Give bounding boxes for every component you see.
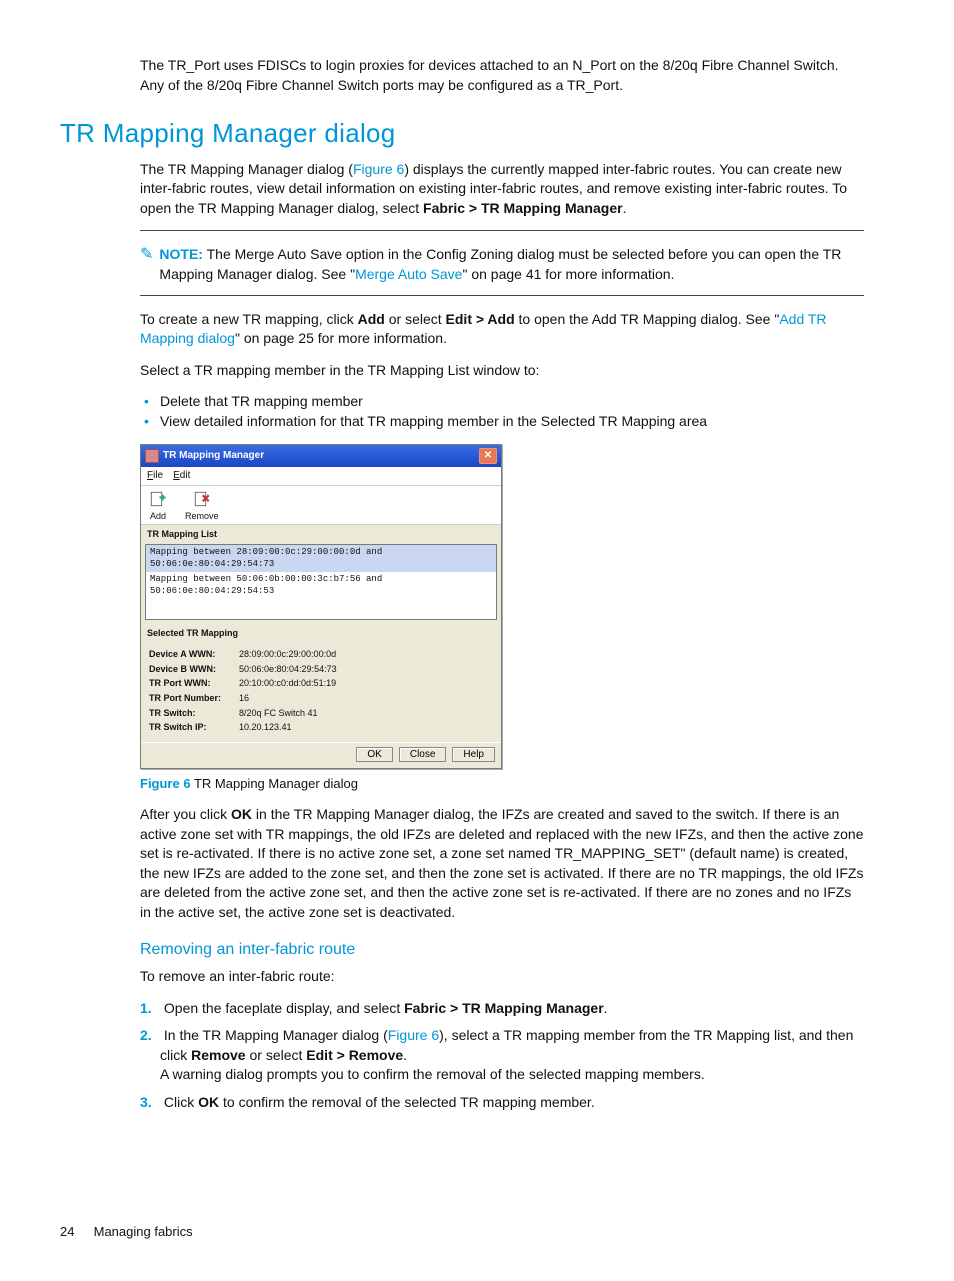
detail-key: TR Switch: bbox=[149, 707, 239, 720]
list-item: Delete that TR mapping member bbox=[160, 392, 864, 412]
detail-value: 10.20.123.41 bbox=[239, 721, 292, 734]
page-number: 24 bbox=[60, 1223, 90, 1241]
add-button[interactable]: Add bbox=[149, 490, 167, 523]
page-footer: 24 Managing fabrics bbox=[60, 1223, 864, 1241]
body-paragraph: After you click OK in the TR Mapping Man… bbox=[140, 805, 864, 923]
ordered-steps: Open the faceplate display, and select F… bbox=[140, 999, 864, 1113]
figure-6-link[interactable]: Figure 6 bbox=[388, 1027, 439, 1043]
section-heading: TR Mapping Manager dialog bbox=[60, 115, 864, 151]
list-item[interactable]: Mapping between 28:09:00:0c:29:00:00:0d … bbox=[146, 545, 496, 572]
menu-bar: File Edit bbox=[141, 467, 501, 486]
detail-row: TR Port Number:16 bbox=[149, 692, 493, 705]
close-button[interactable]: Close bbox=[399, 747, 447, 762]
detail-key: Device A WWN: bbox=[149, 648, 239, 661]
ok-button[interactable]: OK bbox=[356, 747, 392, 762]
help-button[interactable]: Help bbox=[452, 747, 495, 762]
body-paragraph: The TR Mapping Manager dialog (Figure 6)… bbox=[140, 160, 864, 219]
body-paragraph: Select a TR mapping member in the TR Map… bbox=[140, 361, 864, 381]
divider bbox=[140, 230, 864, 231]
dialog-titlebar[interactable]: TR Mapping Manager ✕ bbox=[141, 445, 501, 467]
menu-file[interactable]: File bbox=[147, 469, 163, 483]
detail-value: 8/20q FC Switch 41 bbox=[239, 707, 318, 720]
figure-6-link[interactable]: Figure 6 bbox=[353, 161, 404, 177]
menu-edit[interactable]: Edit bbox=[173, 469, 190, 483]
close-icon[interactable]: ✕ bbox=[479, 448, 497, 464]
remove-icon bbox=[193, 490, 211, 508]
detail-value: 50:06:0e:80:04:29:54:73 bbox=[239, 663, 337, 676]
detail-key: Device B WWN: bbox=[149, 663, 239, 676]
intro-paragraph: The TR_Port uses FDISCs to login proxies… bbox=[140, 56, 864, 95]
detail-row: Device B WWN:50:06:0e:80:04:29:54:73 bbox=[149, 663, 493, 676]
selected-label: Selected TR Mapping bbox=[141, 624, 501, 643]
note-icon: ✎ bbox=[140, 245, 153, 264]
list-item[interactable]: Mapping between 50:06:0b:00:00:3c:b7:56 … bbox=[146, 572, 496, 599]
add-icon bbox=[149, 490, 167, 508]
tr-mapping-manager-dialog: TR Mapping Manager ✕ File Edit Add Remov… bbox=[140, 444, 502, 769]
list-item: In the TR Mapping Manager dialog (Figure… bbox=[160, 1026, 864, 1085]
detail-key: TR Port WWN: bbox=[149, 677, 239, 690]
mapping-list[interactable]: Mapping between 28:09:00:0c:29:00:00:0d … bbox=[145, 544, 497, 620]
detail-row: TR Switch IP:10.20.123.41 bbox=[149, 721, 493, 734]
footer-section: Managing fabrics bbox=[94, 1224, 193, 1239]
detail-key: TR Switch IP: bbox=[149, 721, 239, 734]
detail-row: Device A WWN:28:09:00:0c:29:00:00:0d bbox=[149, 648, 493, 661]
body-paragraph: To create a new TR mapping, click Add or… bbox=[140, 310, 864, 349]
toolbar: Add Remove bbox=[141, 486, 501, 526]
note-block: ✎ NOTE: The Merge Auto Save option in th… bbox=[140, 245, 864, 284]
detail-key: TR Port Number: bbox=[149, 692, 239, 705]
app-icon bbox=[145, 449, 159, 463]
selected-details: Device A WWN:28:09:00:0c:29:00:00:0dDevi… bbox=[141, 642, 501, 742]
bullet-list: Delete that TR mapping member View detai… bbox=[140, 392, 864, 431]
merge-auto-save-link[interactable]: Merge Auto Save bbox=[355, 266, 462, 282]
detail-row: TR Port WWN:20:10:00:c0:dd:0d:51:19 bbox=[149, 677, 493, 690]
dialog-title: TR Mapping Manager bbox=[163, 449, 264, 463]
body-paragraph: To remove an inter-fabric route: bbox=[140, 967, 864, 987]
detail-row: TR Switch:8/20q FC Switch 41 bbox=[149, 707, 493, 720]
detail-value: 16 bbox=[239, 692, 249, 705]
detail-value: 20:10:00:c0:dd:0d:51:19 bbox=[239, 677, 336, 690]
list-item: Click OK to confirm the removal of the s… bbox=[160, 1093, 864, 1113]
figure-caption: Figure 6 TR Mapping Manager dialog bbox=[140, 775, 864, 793]
subsection-heading: Removing an inter-fabric route bbox=[140, 939, 864, 961]
list-item: Open the faceplate display, and select F… bbox=[160, 999, 864, 1019]
detail-value: 28:09:00:0c:29:00:00:0d bbox=[239, 648, 336, 661]
list-label: TR Mapping List bbox=[141, 525, 501, 544]
list-item: View detailed information for that TR ma… bbox=[160, 412, 864, 432]
note-label: NOTE: bbox=[159, 246, 203, 262]
remove-button[interactable]: Remove bbox=[185, 490, 219, 523]
divider bbox=[140, 295, 864, 296]
button-bar: OK Close Help bbox=[141, 742, 501, 768]
